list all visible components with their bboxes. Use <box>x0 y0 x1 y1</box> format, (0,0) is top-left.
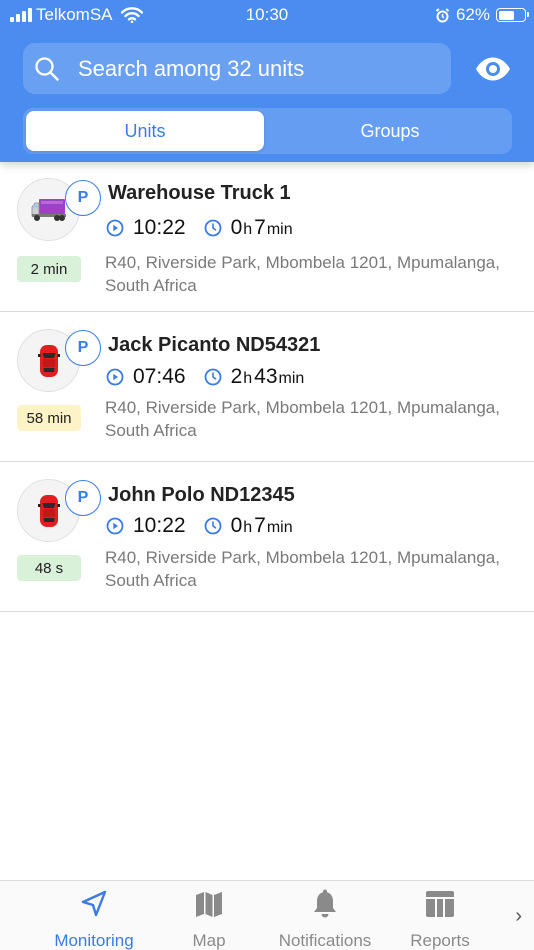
visibility-toggle-button[interactable] <box>471 52 515 86</box>
trip-time-row: 10:22 0h 7 min <box>106 216 295 240</box>
eye-icon <box>476 57 510 81</box>
play-circle-icon <box>106 517 124 535</box>
last-message-age-badge: 58 min <box>17 405 81 431</box>
unit-row[interactable]: P 48 s John Polo ND12345 10:22 0h 7 min R… <box>0 462 534 612</box>
unit-name: Jack Picanto ND54321 <box>108 334 321 356</box>
bottom-tab-bar: Monitoring Map Notifications Reports › <box>0 880 534 950</box>
unit-address: R40, Riverside Park, Mbombela 1201, Mpum… <box>105 398 500 440</box>
top-header: TelkomSA 10:30 62% Search among 32 units… <box>0 0 534 162</box>
start-time: 10:22 <box>133 514 186 537</box>
start-time: 07:46 <box>133 365 186 388</box>
duration-hours: 0 <box>230 514 243 537</box>
parking-badge: P <box>65 330 101 366</box>
duration-minutes-unit: min <box>278 370 305 387</box>
unit-address: R40, Riverside Park, Mbombela 1201, Mpum… <box>105 253 500 295</box>
tab-notifications[interactable]: Notifications <box>267 887 383 950</box>
tab-label: Monitoring <box>54 931 134 950</box>
duration-minutes-unit: min <box>266 221 293 238</box>
bell-icon <box>314 889 336 918</box>
play-circle-icon <box>106 368 124 386</box>
duration-minutes: 43 <box>254 365 278 388</box>
tab-monitoring[interactable]: Monitoring <box>36 887 152 950</box>
unit-row[interactable]: P 58 min Jack Picanto ND54321 07:46 2h 4… <box>0 312 534 462</box>
search-placeholder: Search among 32 units <box>78 56 305 81</box>
navigation-arrow-icon <box>81 890 107 917</box>
map-icon <box>196 892 222 917</box>
parking-badge: P <box>65 480 101 516</box>
unit-row[interactable]: P 2 min Warehouse Truck 1 10:22 0h 7 min … <box>0 162 534 312</box>
unit-name: Warehouse Truck 1 <box>108 182 291 204</box>
battery-percent: 62% <box>455 5 490 24</box>
play-circle-icon <box>106 219 124 237</box>
duration-hours-unit: h <box>243 221 253 238</box>
duration-minutes: 7 <box>254 514 266 537</box>
parking-badge: P <box>65 180 101 216</box>
duration-minutes-unit: min <box>266 519 293 536</box>
car-icon <box>37 344 60 377</box>
clock-icon <box>204 368 221 386</box>
start-time: 10:22 <box>133 216 186 239</box>
duration-hours: 0 <box>230 216 243 239</box>
last-message-age-badge: 2 min <box>17 256 81 282</box>
units-list: P 2 min Warehouse Truck 1 10:22 0h 7 min … <box>0 162 534 612</box>
tab-label: Reports <box>410 931 470 950</box>
alarm-icon <box>435 7 450 22</box>
tab-groups[interactable]: Groups <box>271 111 509 151</box>
tab-label: Notifications <box>278 931 372 950</box>
search-icon <box>35 57 59 81</box>
search-input[interactable]: Search among 32 units <box>23 43 451 94</box>
duration-hours-unit: h <box>243 370 253 387</box>
status-right: 62% <box>435 5 529 25</box>
battery-icon <box>496 8 529 22</box>
last-message-age-badge: 48 s <box>17 555 81 581</box>
chevron-right-icon[interactable]: › <box>515 905 522 928</box>
trip-time-row: 07:46 2h 43 min <box>106 365 306 389</box>
duration-hours: 2 <box>230 365 243 388</box>
clock-icon <box>204 219 221 237</box>
tab-label: Map <box>192 931 226 950</box>
truck-icon <box>31 198 66 221</box>
unit-name: John Polo ND12345 <box>108 484 295 506</box>
trip-time-row: 10:22 0h 7 min <box>106 514 295 538</box>
tab-map[interactable]: Map <box>151 887 267 950</box>
car-icon <box>37 494 60 527</box>
unit-address: R40, Riverside Park, Mbombela 1201, Mpum… <box>105 548 500 590</box>
units-groups-switch: Units Groups <box>23 108 512 154</box>
duration-hours-unit: h <box>243 519 253 536</box>
status-bar: TelkomSA 10:30 62% <box>0 0 534 32</box>
reports-icon <box>426 891 454 917</box>
duration-minutes: 7 <box>254 216 266 239</box>
tab-reports[interactable]: Reports <box>382 887 498 950</box>
clock-icon <box>204 517 221 535</box>
tab-units[interactable]: Units <box>26 111 264 151</box>
